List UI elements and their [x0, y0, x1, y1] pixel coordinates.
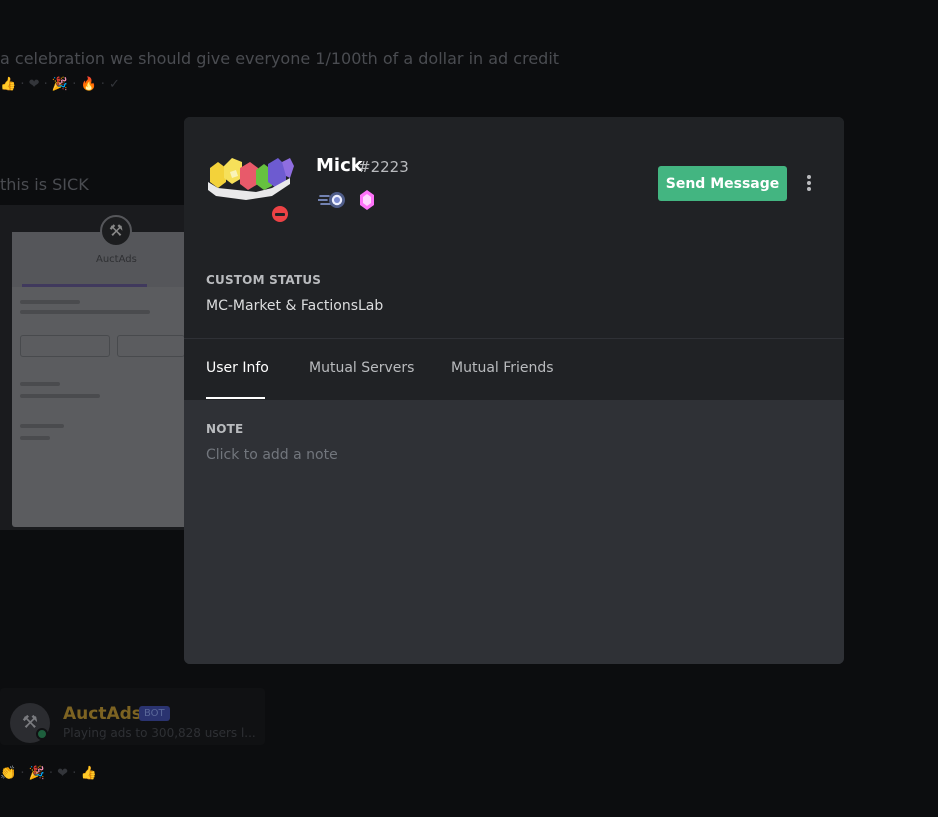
background-reactions: 👍 · ❤ · 🎉 · 🔥 · ✓	[0, 77, 120, 92]
background-embed-progress	[22, 284, 147, 287]
background-embed-button	[117, 335, 185, 357]
tab-mutual-friends[interactable]: Mutual Friends	[451, 360, 554, 376]
tab-user-info[interactable]: User Info	[206, 360, 269, 376]
profile-header: Mick #2223 Send Message CUSTOM STATUS MC…	[184, 117, 844, 400]
profile-body	[184, 400, 844, 664]
background-embed-card: AuctAds	[12, 232, 187, 527]
bot-tag: BOT	[139, 706, 170, 721]
background-embed-title: AuctAds	[96, 254, 137, 265]
background-embed-line	[20, 310, 150, 314]
background-embed-line	[20, 436, 50, 440]
background-reactions: 👏 · 🎉 · ❤ · 👍	[0, 766, 97, 781]
background-embed-line	[20, 300, 80, 304]
bot-name: AuctAds	[63, 704, 142, 724]
note-input[interactable]: Click to add a note	[206, 447, 606, 463]
username: Mick	[316, 155, 363, 176]
send-message-button[interactable]: Send Message	[658, 166, 787, 201]
online-status-icon	[36, 728, 48, 740]
tab-mutual-servers[interactable]: Mutual Servers	[309, 360, 414, 376]
hammer-icon: ⚒	[100, 215, 132, 247]
custom-status-text: MC-Market & FactionsLab	[206, 298, 384, 314]
background-message: a celebration we should give everyone 1/…	[0, 49, 560, 68]
background-embed-line	[20, 424, 64, 428]
server-boost-icon[interactable]	[359, 189, 375, 211]
header-divider	[184, 338, 844, 339]
user-profile-modal: Mick #2223 Send Message CUSTOM STATUS MC…	[184, 117, 844, 664]
background-embed-line	[20, 394, 100, 398]
background-embed-button	[20, 335, 110, 357]
background-message: this is SICK	[0, 175, 89, 194]
active-tab-indicator	[206, 397, 265, 399]
more-options-icon[interactable]	[802, 173, 816, 195]
bot-status: Playing ads to 300,828 users l...	[63, 726, 256, 740]
custom-status-label: CUSTOM STATUS	[206, 273, 322, 287]
note-label: NOTE	[206, 422, 244, 436]
background-embed-line	[20, 382, 60, 386]
discriminator: #2223	[358, 158, 409, 176]
do-not-disturb-icon	[269, 203, 291, 225]
nitro-icon[interactable]	[318, 190, 348, 210]
